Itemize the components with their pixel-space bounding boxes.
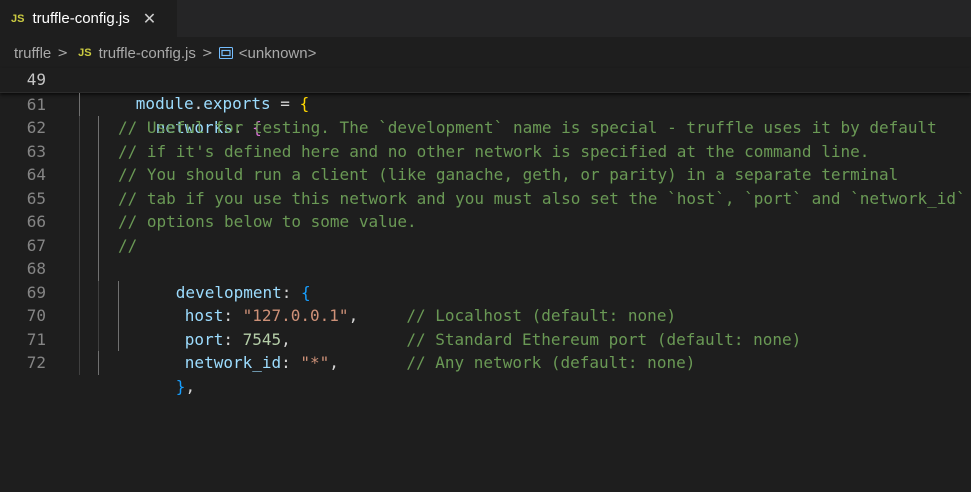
code-line[interactable]: 62 // Useful for testing. The `developme… bbox=[0, 116, 971, 140]
js-file-icon: JS bbox=[78, 47, 92, 59]
indent-guide bbox=[79, 116, 80, 140]
code-line[interactable]: 71 network_id: "*", // Any network (defa… bbox=[0, 327, 971, 372]
tab-label: truffle-config.js bbox=[32, 10, 130, 27]
code-line[interactable]: 68 development: { bbox=[0, 257, 971, 302]
indent-guide bbox=[98, 304, 99, 328]
indent-guide bbox=[79, 257, 80, 281]
indent-guide bbox=[79, 327, 80, 351]
code-comment: // Useful for testing. The `development`… bbox=[118, 118, 937, 137]
chevron-right-icon: > bbox=[201, 45, 213, 61]
code-comment: // bbox=[118, 235, 138, 255]
breadcrumb-file[interactable]: truffle-config.js bbox=[99, 45, 196, 62]
indent-guide bbox=[98, 257, 99, 281]
indent-guide bbox=[98, 327, 99, 351]
code-line[interactable]: 63 // if it's defined here and no other … bbox=[0, 139, 971, 163]
indent-guide bbox=[118, 280, 119, 304]
code-comment: // tab if you use this network and you m… bbox=[118, 188, 966, 208]
indent-guide bbox=[79, 351, 80, 375]
indent-guide bbox=[79, 210, 80, 234]
line-number: 62 bbox=[26, 118, 46, 137]
indent-guide bbox=[98, 139, 99, 163]
breadcrumb-symbol[interactable]: <unknown> bbox=[239, 45, 317, 62]
line-number: 72 bbox=[26, 353, 46, 372]
indent-guide bbox=[79, 280, 80, 304]
indent-guide bbox=[79, 92, 80, 116]
code-line[interactable]: 61 networks: { bbox=[0, 92, 971, 137]
indent-guide bbox=[79, 163, 80, 187]
sticky-scroll-line[interactable]: 49 module.exports = { bbox=[0, 68, 971, 113]
code-editor[interactable]: 49 module.exports = { 61 networks: { 62 … bbox=[0, 68, 971, 396]
line-number: 49 bbox=[26, 70, 46, 89]
indent-guide bbox=[79, 304, 80, 328]
indent-guide bbox=[98, 351, 99, 375]
code-token: , bbox=[185, 376, 196, 396]
code-comment: // if it's defined here and no other net… bbox=[118, 141, 870, 161]
code-line[interactable]: 72 }, bbox=[0, 351, 971, 396]
tab-truffle-config[interactable]: JS truffle-config.js ✕ bbox=[0, 0, 177, 37]
code-line[interactable]: 64 // You should run a client (like gana… bbox=[0, 163, 971, 187]
code-line[interactable]: 69 host: "127.0.0.1", // Localhost (defa… bbox=[0, 280, 971, 325]
breadcrumb-folder[interactable]: truffle bbox=[14, 45, 51, 62]
indent-guide bbox=[98, 280, 99, 304]
line-number: 69 bbox=[26, 282, 46, 302]
indent-guide bbox=[98, 163, 99, 187]
code-line[interactable]: 66 // options below to some value. bbox=[0, 210, 971, 234]
line-number: 66 bbox=[26, 212, 46, 231]
breadcrumb: truffle > JS truffle-config.js > <unknow… bbox=[0, 38, 971, 68]
chevron-right-icon: > bbox=[57, 45, 69, 61]
code-line[interactable]: 65 // tab if you use this network and yo… bbox=[0, 186, 971, 210]
code-comment: // You should run a client (like ganache… bbox=[118, 165, 899, 184]
indent-guide bbox=[79, 139, 80, 163]
editor-tab-bar: JS truffle-config.js ✕ bbox=[0, 0, 971, 38]
js-file-icon: JS bbox=[11, 12, 25, 25]
line-number: 67 bbox=[26, 235, 46, 255]
line-number: 70 bbox=[26, 306, 46, 325]
code-comment: // options below to some value. bbox=[118, 212, 417, 231]
code-token: } bbox=[175, 376, 186, 396]
symbol-variable-icon bbox=[218, 47, 233, 59]
indent-guide bbox=[98, 210, 99, 234]
line-number: 71 bbox=[26, 329, 46, 349]
code-line[interactable]: 67 // bbox=[0, 233, 971, 257]
line-number: 68 bbox=[26, 259, 46, 278]
code-line[interactable]: 70 port: 7545, // Standard Ethereum port… bbox=[0, 304, 971, 349]
close-icon[interactable]: ✕ bbox=[143, 9, 156, 28]
indent-guide bbox=[98, 186, 99, 210]
indent-guide bbox=[118, 304, 119, 328]
indent-guide bbox=[79, 186, 80, 210]
indent-guide bbox=[79, 233, 80, 257]
indent-guide bbox=[98, 233, 99, 257]
line-number: 61 bbox=[26, 94, 46, 114]
line-number: 63 bbox=[26, 141, 46, 161]
indent-guide bbox=[98, 116, 99, 140]
indent-guide bbox=[118, 327, 119, 351]
line-number: 65 bbox=[26, 188, 46, 208]
line-number: 64 bbox=[26, 165, 46, 184]
